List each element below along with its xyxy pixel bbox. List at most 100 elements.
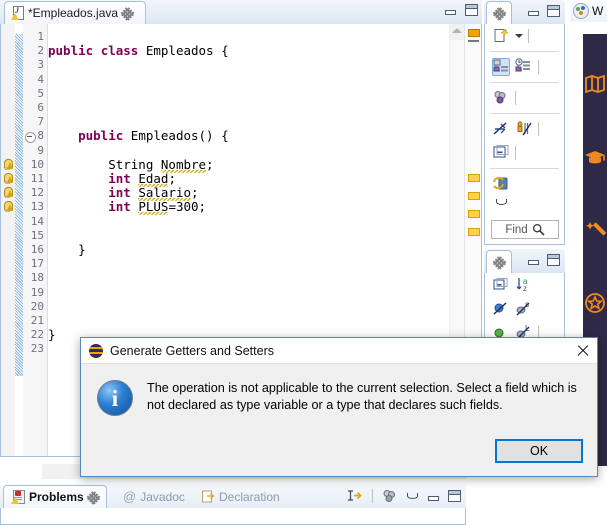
overview-marker-warning[interactable] (468, 210, 480, 218)
find-input[interactable]: Find (491, 220, 559, 239)
magic-wand-icon[interactable] (583, 219, 607, 244)
refresh-icon[interactable] (492, 175, 510, 193)
toolbar-divider (490, 113, 559, 114)
minimize-icon[interactable] (527, 7, 539, 16)
toolbar-separator (538, 122, 539, 136)
right-view-bottom-tab[interactable] (486, 250, 512, 274)
toolbar-divider (490, 168, 559, 169)
tab-declaration[interactable]: Declaration (194, 485, 287, 508)
tab-javadoc[interactable]: @ Javadoc (116, 485, 192, 508)
dialog-title: Generate Getters and Setters (110, 343, 274, 358)
maximize-icon[interactable] (448, 490, 461, 502)
close-icon[interactable] (88, 492, 99, 503)
warning-marker-icon[interactable] (2, 187, 14, 199)
scrollbar-thumb[interactable] (450, 40, 464, 340)
code-line[interactable]: } (48, 243, 86, 257)
problems-list[interactable] (0, 508, 466, 525)
close-icon[interactable] (122, 8, 133, 19)
code-line[interactable]: int Salario; (48, 185, 199, 202)
maximize-icon[interactable] (547, 5, 560, 17)
line-number: 19 (30, 285, 44, 299)
toolbar-row-link (485, 86, 564, 110)
view-menu-icon[interactable] (407, 493, 418, 499)
view-restore-icon[interactable] (494, 8, 505, 19)
hide-fields-icon[interactable] (492, 120, 510, 138)
sort-az-icon[interactable]: az (515, 276, 533, 294)
minimize-icon[interactable] (427, 492, 439, 501)
line-number: 6 (37, 101, 44, 114)
change-ruler (15, 24, 23, 456)
tab-problems[interactable]: Problems (3, 485, 107, 508)
scroll-up-arrow-icon[interactable] (452, 28, 462, 33)
graduation-cap-icon[interactable] (583, 149, 607, 170)
code-line[interactable]: String Nombre; (48, 156, 214, 173)
find-label: Find (505, 223, 528, 236)
new-java-package-icon[interactable] (492, 27, 510, 45)
collapse-all-icon[interactable] (492, 276, 510, 294)
line-number: 15 (30, 228, 44, 242)
star-badge-icon[interactable] (583, 292, 607, 317)
fold-collapse-icon[interactable] (25, 132, 36, 144)
right-view-top-tab[interactable] (486, 1, 512, 25)
warning-marker-icon[interactable] (2, 201, 14, 213)
right-view-top-body: Find (484, 24, 565, 245)
link-with-editor-icon[interactable] (492, 89, 510, 107)
line-number: 22 (30, 328, 44, 342)
view-restore-icon[interactable] (494, 257, 505, 268)
outline-toolbar-row-1: az (485, 273, 564, 297)
overview-marker-warning[interactable] (468, 228, 480, 236)
line-number: 20 (30, 299, 44, 313)
view-menu-icon[interactable] (496, 199, 507, 205)
overview-marker-warning[interactable] (468, 174, 480, 182)
line-number: 12 (30, 186, 44, 200)
right-view-top: Find (484, 0, 565, 245)
line-number: 17 (30, 257, 44, 271)
maximize-icon[interactable] (465, 4, 478, 16)
code-line[interactable]: int PLUS=300; (48, 199, 206, 216)
hide-static-icon[interactable] (515, 120, 533, 138)
code-line[interactable]: public Empleados() { (48, 129, 229, 143)
toolbar-separator (372, 489, 373, 503)
java-file-warning-icon: J (11, 6, 24, 20)
line-number: 13 (30, 200, 44, 214)
warning-marker-icon[interactable] (2, 158, 14, 171)
toolbar-row-refresh (485, 172, 564, 196)
hide-static-s-icon[interactable]: s (515, 300, 533, 318)
line-number: 23 (30, 342, 44, 356)
maximize-icon[interactable] (547, 254, 560, 266)
line-number: 10 (30, 157, 44, 171)
toolbar-row-filters (485, 117, 564, 141)
overview-marker-error[interactable] (468, 29, 480, 37)
filters-icon[interactable] (382, 489, 398, 503)
focus-on-selection-icon[interactable] (347, 489, 363, 503)
warning-marker-icon[interactable] (2, 173, 14, 185)
history-layout-icon[interactable] (515, 58, 533, 76)
minimize-icon[interactable] (527, 256, 539, 265)
code-line[interactable]: public class Empleados { (48, 44, 229, 58)
toolbar-separator (515, 146, 516, 160)
line-number: 8 (37, 129, 44, 143)
svg-text:z: z (523, 284, 527, 293)
eclipse-perspective-icon (573, 3, 589, 19)
dialog-content: i The operation is not applicable to the… (81, 364, 597, 416)
hide-nonpublic-icon[interactable] (492, 300, 510, 318)
code-line[interactable]: } (48, 328, 56, 342)
chevron-down-icon[interactable] (515, 34, 523, 38)
tab-javadoc-label: Javadoc (140, 489, 185, 504)
close-icon[interactable] (575, 343, 591, 359)
toolbar-row-layout (485, 55, 564, 79)
collapse-all-icon[interactable] (492, 144, 510, 162)
perspective-tab-label: W (592, 4, 604, 18)
ok-button[interactable]: OK (495, 439, 583, 463)
line-number: 16 (30, 243, 44, 256)
minimize-icon[interactable] (444, 6, 456, 15)
editor-tab-empleados[interactable]: J *Empleados.java (4, 1, 146, 24)
hierarchy-layout-icon[interactable] (492, 58, 510, 76)
overview-marker-warning[interactable] (468, 192, 480, 200)
perspective-tab[interactable]: W (570, 0, 607, 22)
code-line[interactable]: int Edad; (48, 171, 176, 187)
marker-gutter[interactable] (1, 24, 15, 456)
at-icon: @ (123, 489, 137, 504)
map-icon[interactable] (583, 74, 607, 97)
right-view-top-controls (527, 5, 560, 17)
